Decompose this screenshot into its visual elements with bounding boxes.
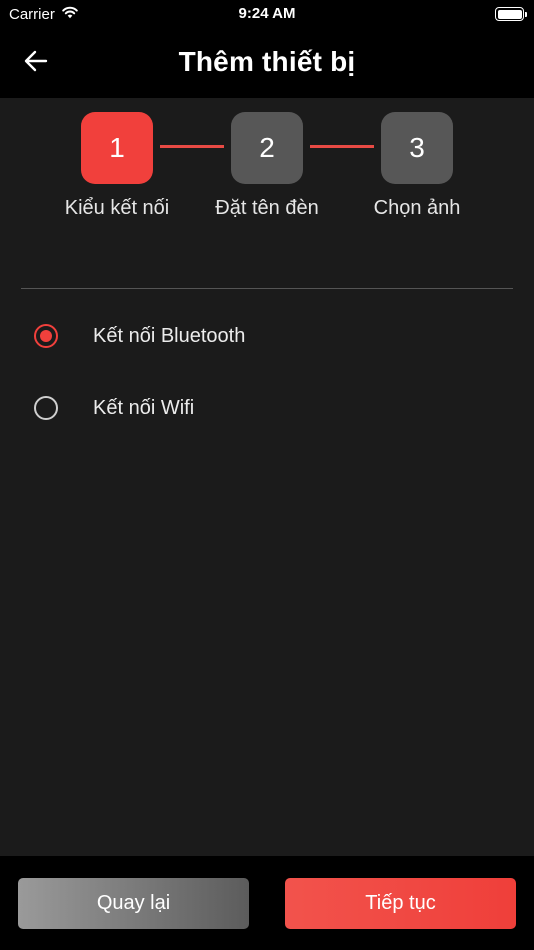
stepper: 1 2 3 Kiểu kết nối Đặt tên đèn Chọn ảnh bbox=[0, 110, 534, 230]
page-title: Thêm thiết bị bbox=[178, 46, 356, 77]
step-1-number: 1 bbox=[109, 132, 125, 163]
back-step-label: Quay lại bbox=[96, 892, 171, 914]
continue-button[interactable]: Tiếp tục bbox=[285, 878, 516, 929]
option-wifi-label: Kết nối Wifi bbox=[93, 396, 195, 419]
status-bar: Carrier 9:24 AM bbox=[0, 0, 534, 28]
step-1-indicator: 1 bbox=[81, 112, 153, 184]
bottom-bar: Quay lại Tiếp tục bbox=[0, 856, 534, 950]
back-step-button[interactable]: Quay lại bbox=[18, 878, 249, 929]
step-2-number: 2 bbox=[259, 132, 275, 163]
battery-icon bbox=[495, 7, 527, 21]
option-bluetooth[interactable]: Kết nối Bluetooth bbox=[34, 316, 245, 356]
radio-unselected-icon[interactable] bbox=[34, 396, 58, 420]
navigation-bar: Thêm thiết bị bbox=[0, 28, 534, 98]
step-1-label: Kiểu kết nối bbox=[64, 197, 170, 219]
step-3-indicator: 3 bbox=[381, 112, 453, 184]
radio-selected-icon[interactable] bbox=[34, 324, 58, 348]
option-wifi[interactable]: Kết nối Wifi bbox=[34, 388, 194, 428]
step-3-number: 3 bbox=[409, 132, 425, 163]
option-bluetooth-label: Kết nối Bluetooth bbox=[93, 324, 246, 347]
step-connector-2 bbox=[310, 145, 374, 148]
status-time: 9:24 AM bbox=[238, 5, 296, 22]
continue-label: Tiếp tục bbox=[365, 892, 436, 914]
step-connector-1 bbox=[160, 145, 224, 148]
step-2-indicator: 2 bbox=[231, 112, 303, 184]
step-3-label: Chọn ảnh bbox=[373, 197, 461, 219]
divider bbox=[21, 288, 513, 289]
step-2-label: Đặt tên đèn bbox=[215, 197, 319, 219]
